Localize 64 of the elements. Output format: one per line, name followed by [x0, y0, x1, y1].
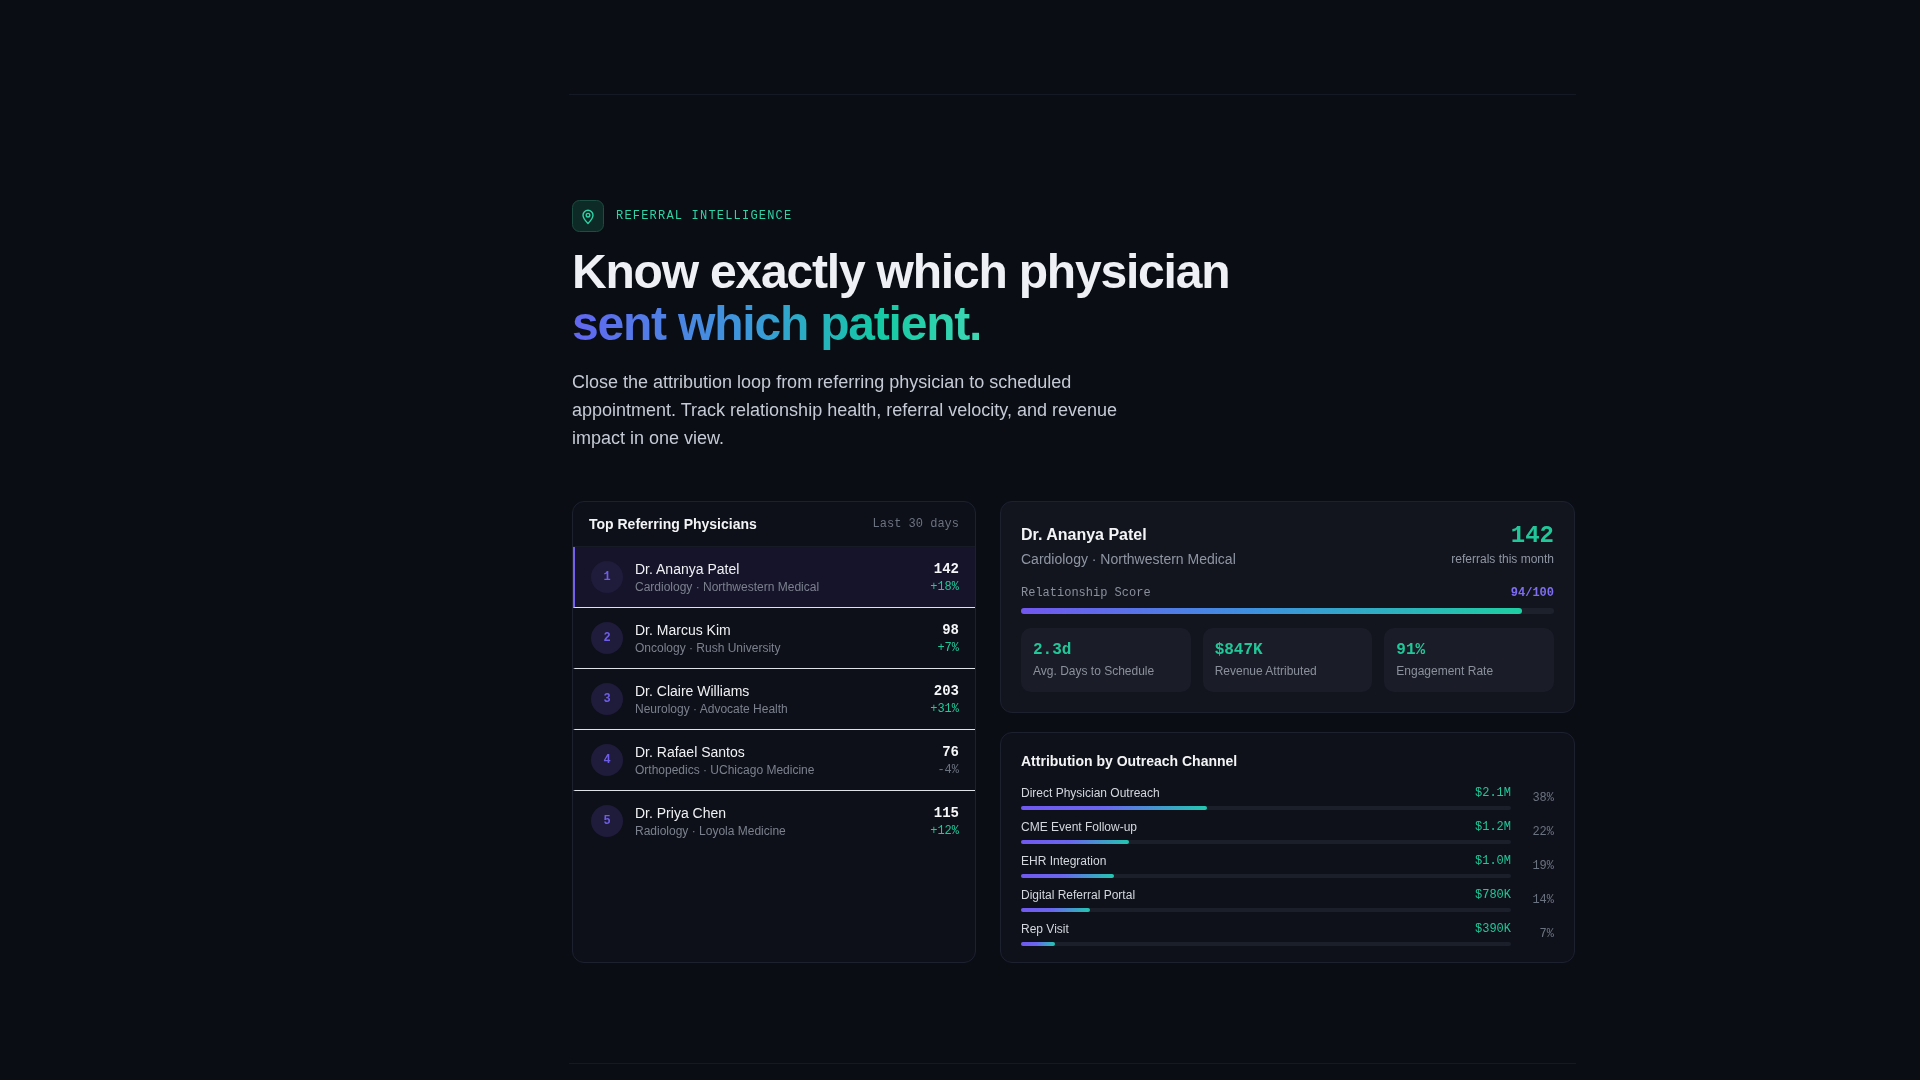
rank-badge: 2: [591, 622, 623, 654]
physician-detail: Cardiology · Northwestern Medical: [1021, 550, 1236, 568]
physician-row[interactable]: 3 Dr. Claire Williams Neurology · Advocate Health 203 +31%: [573, 669, 975, 730]
location-pin-icon: [572, 200, 604, 232]
channel-value: $390K: [1475, 922, 1511, 937]
physician-name: Dr. Priya Chen: [635, 804, 727, 822]
physician-name: Dr. Marcus Kim: [635, 621, 731, 639]
referral-change: +12%: [930, 824, 959, 838]
rank-badge: 5: [591, 805, 623, 837]
channel-name: Direct Physician Outreach: [1021, 786, 1160, 801]
channel-value: $2.1M: [1475, 786, 1511, 801]
physician-name: Dr. Rafael Santos: [635, 743, 745, 761]
physician-detail: Cardiology · Northwestern Medical: [635, 580, 820, 594]
referral-count: 76: [942, 743, 959, 761]
eyebrow-label: REFERRAL INTELLIGENCE: [616, 209, 793, 223]
panel-title: Top Referring Physicians: [589, 516, 757, 532]
physician-detail: Oncology · Rush University: [635, 641, 781, 655]
intro-text: Close the attribution loop from referring physician to scheduled appointment. Track relationship health, referral velocity, and revenue impact in one view.: [572, 371, 1118, 450]
physician-detail: Orthopedics · UChicago Medicine: [635, 763, 815, 777]
referral-total: 142: [1510, 522, 1554, 550]
rank-badge: 4: [591, 744, 623, 776]
physician-name: Dr. Ananya Patel: [1021, 525, 1147, 545]
stat-label: Avg. Days to Schedule: [1033, 664, 1155, 678]
score-reading: 94/100: [1510, 585, 1554, 601]
physician-row[interactable]: 1 Dr. Ananya Patel Cardiology · Northwestern Medical 142 +18%: [573, 547, 975, 608]
referral-change: +31%: [930, 702, 959, 716]
channel-share: 14%: [1532, 892, 1554, 908]
referral-change: -4%: [937, 763, 959, 777]
channel-share: 19%: [1532, 858, 1554, 874]
physician-detail: Radiology · Loyola Medicine: [635, 824, 786, 838]
referral-count: 98: [942, 621, 959, 639]
referral-change: +7%: [937, 641, 959, 655]
channel-name: EHR Integration: [1021, 854, 1107, 869]
referral-change: +18%: [930, 580, 959, 594]
stat-value: 91%: [1396, 641, 1426, 659]
physician-row[interactable]: 4 Dr. Rafael Santos Orthopedics · UChicago Medicine 76 -4%: [573, 730, 975, 791]
channel-value: $1.2M: [1475, 820, 1511, 835]
referral-count: 142: [933, 560, 959, 578]
rank-badge: 3: [591, 683, 623, 715]
channel-share: 7%: [1539, 926, 1554, 942]
physician-name: Dr. Ananya Patel: [635, 560, 740, 578]
page-heading: Know exactly which physician sent which patient.: [572, 246, 1230, 350]
stat-value: 2.3d: [1033, 641, 1072, 659]
channel-share: 22%: [1532, 824, 1554, 840]
referral-count: 115: [933, 804, 959, 822]
channel-name: Rep Visit: [1021, 922, 1069, 937]
physician-row[interactable]: 2 Dr. Marcus Kim Oncology · Rush University 98 +7%: [573, 608, 975, 669]
channel-name: CME Event Follow-up: [1021, 820, 1138, 835]
period-label: Last 30 days: [872, 517, 959, 531]
stat-value: $847K: [1214, 641, 1263, 659]
stat-label: Revenue Attributed: [1214, 664, 1317, 678]
channel-value: $780K: [1475, 888, 1511, 903]
channel-share: 38%: [1532, 790, 1554, 806]
referral-count: 203: [933, 682, 959, 700]
referral-total-label: referrals this month: [1451, 552, 1554, 566]
physician-name: Dr. Claire Williams: [635, 682, 750, 700]
score-label: Relationship Score: [1021, 585, 1151, 601]
rank-badge: 1: [591, 561, 623, 593]
channel-value: $1.0M: [1475, 854, 1511, 869]
physician-detail: Neurology · Advocate Health: [635, 702, 788, 716]
physician-row[interactable]: 5 Dr. Priya Chen Radiology · Loyola Medicine 115 +12%: [573, 791, 975, 851]
stat-label: Engagement Rate: [1396, 664, 1494, 678]
panel-title: Attribution by Outreach Channel: [1021, 752, 1238, 770]
channel-name: Digital Referral Portal: [1021, 888, 1136, 903]
